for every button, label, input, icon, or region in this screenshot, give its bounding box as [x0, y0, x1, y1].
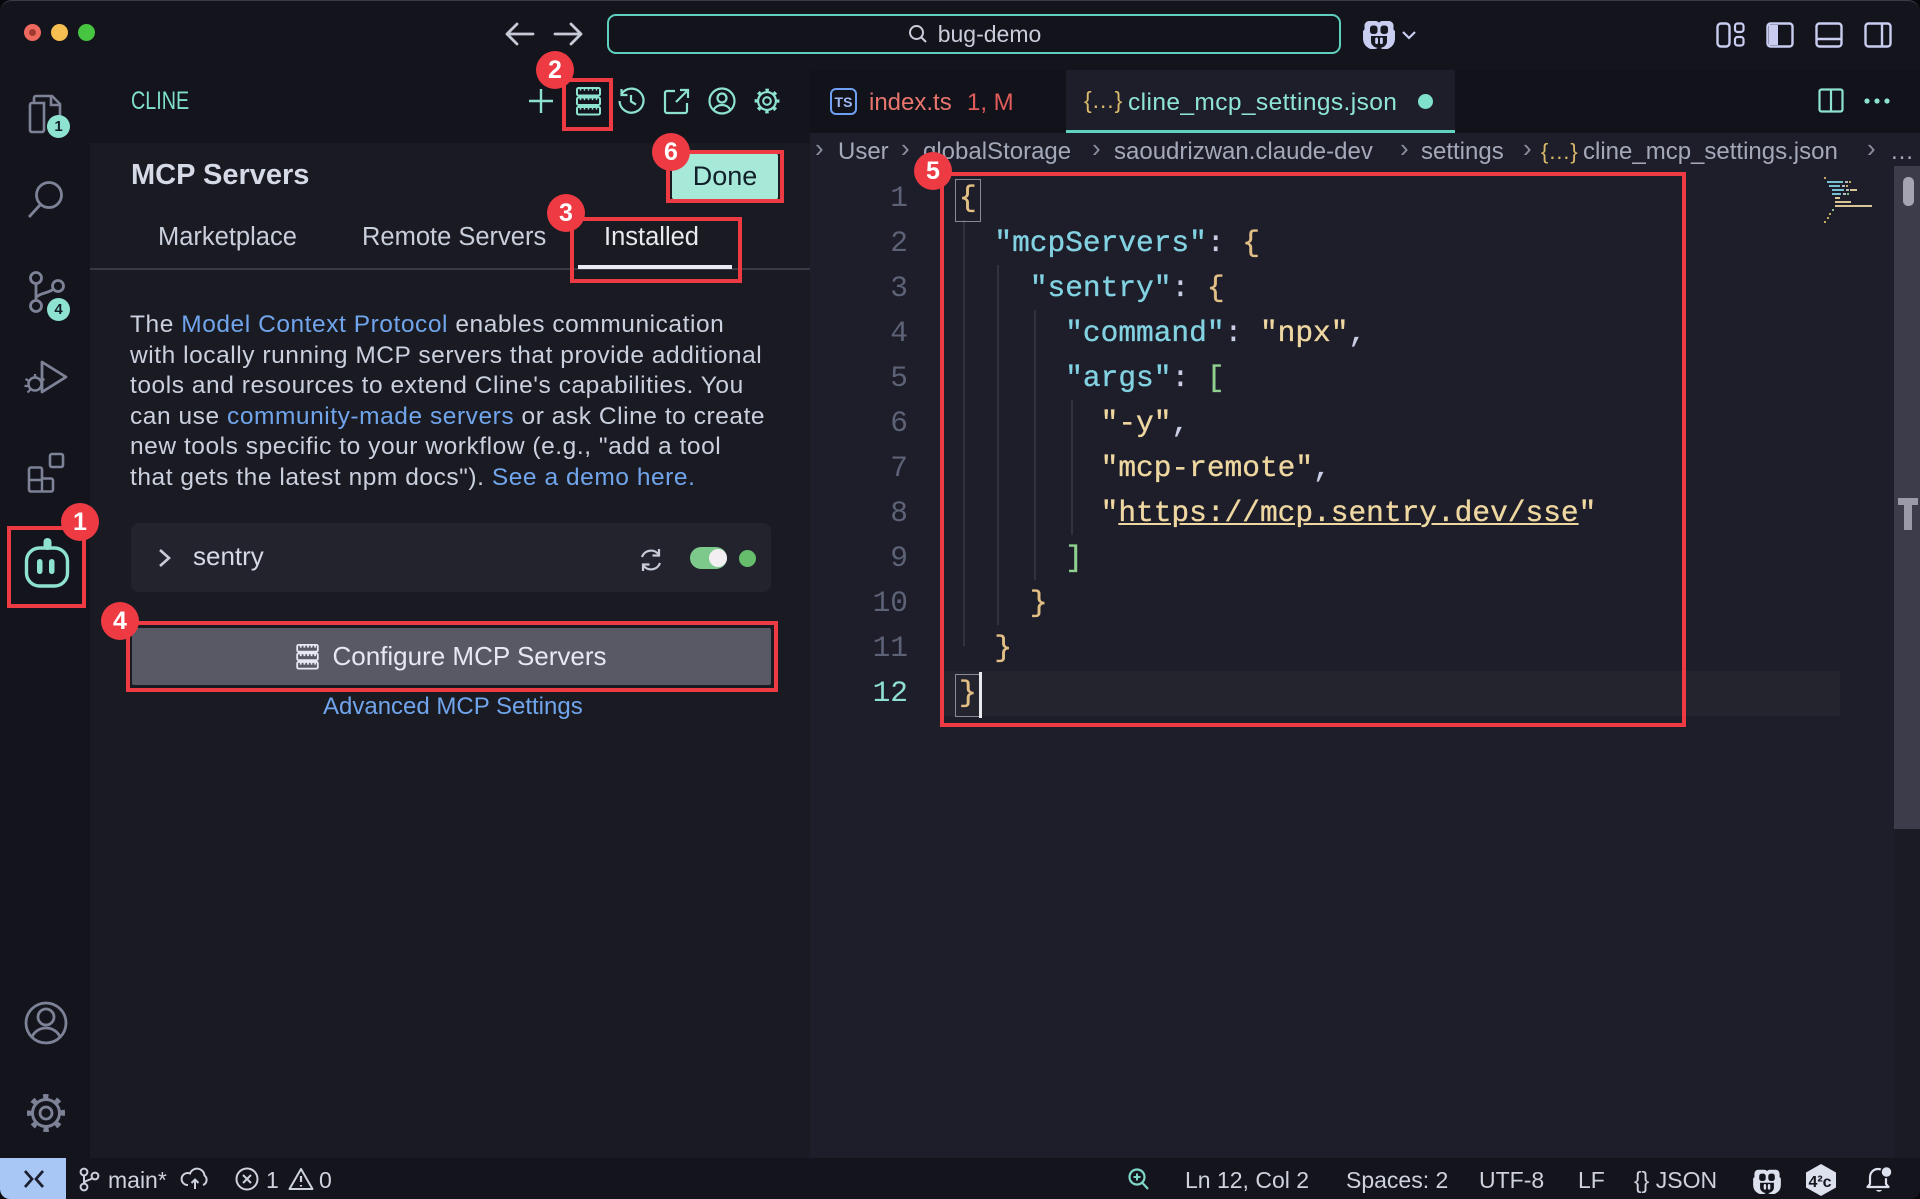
svg-text:4²c: 4²c — [1808, 1174, 1831, 1191]
